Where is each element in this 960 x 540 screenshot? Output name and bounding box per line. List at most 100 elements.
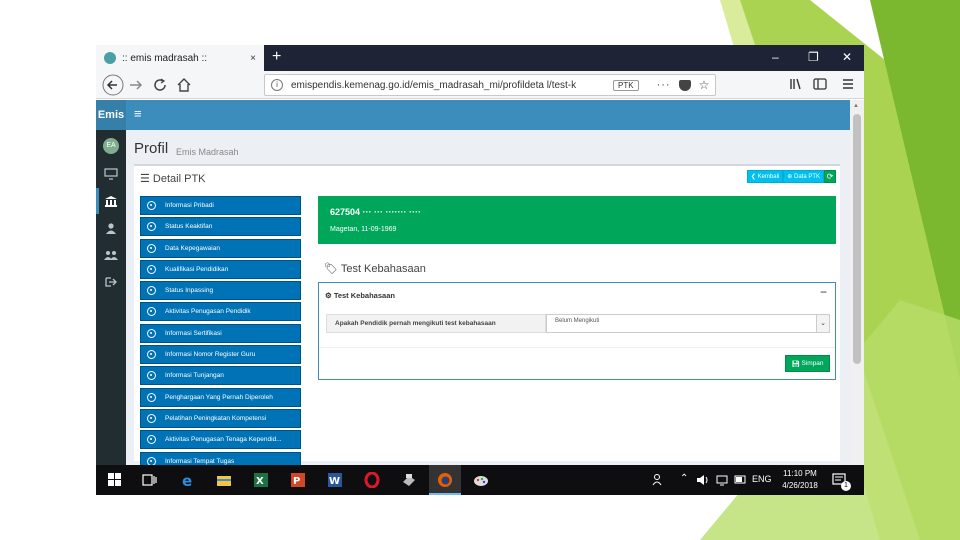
menu-item-icon (147, 243, 156, 253)
ptk-menu-item[interactable]: Aktivitas Penugasan Pendidik (140, 302, 301, 322)
ptk-menu-item[interactable]: Pelatihan Peningkatan Kompetensi (140, 408, 301, 428)
file-explorer-icon[interactable] (216, 472, 232, 488)
collapse-button[interactable]: − (820, 285, 827, 299)
panel-title-text: Test Kebahasaan (333, 291, 395, 300)
menu-item-icon (147, 328, 156, 338)
menu-item-label: Informasi Nomor Register Guru (165, 351, 256, 359)
people-icon[interactable] (652, 473, 666, 487)
menu-item-label: Aktivitas Penugasan Tenaga Kependid... (165, 436, 282, 444)
ptk-birth: Magetan, 11-09-1969 (330, 226, 397, 233)
task-view-icon[interactable] (142, 472, 158, 488)
app-sidebar: EA (96, 130, 126, 465)
ptk-menu-item[interactable]: Status Inpassing (140, 281, 301, 301)
avatar[interactable]: EA (103, 138, 119, 154)
ptk-menu-item[interactable]: Data Kepegawaian (140, 238, 301, 258)
menu-item-label: Data Kepegawaian (165, 244, 220, 252)
opera-icon[interactable] (364, 472, 380, 488)
hamburger-icon[interactable] (841, 77, 855, 91)
printer-icon[interactable] (401, 472, 417, 488)
section-title-text: Test Kebahasaan (340, 263, 426, 275)
menu-item-label: Informasi Sertifikasi (165, 329, 222, 337)
paint-icon[interactable] (473, 472, 489, 488)
menu-item-icon (147, 222, 156, 232)
ptk-menu-item[interactable]: Informasi Pribadi (140, 196, 301, 215)
save-button[interactable]: 💾︎ Simpan (785, 355, 830, 372)
menu-item-icon (147, 286, 156, 296)
new-tab-button[interactable]: + (272, 48, 281, 66)
clock[interactable]: 11:10 PM 4/26/2018 (778, 468, 822, 492)
word-icon[interactable]: W (327, 472, 343, 488)
users-icon[interactable] (104, 249, 118, 261)
ptk-menu-item[interactable]: Kualifikasi Pendidikan (140, 259, 301, 279)
sidebar-icon[interactable] (813, 77, 827, 91)
user-icon[interactable] (104, 222, 118, 234)
chevron-up-icon[interactable]: ⌃ (680, 473, 688, 484)
back-icon[interactable] (102, 74, 124, 96)
url-badge: PTK (613, 79, 639, 91)
signout-icon[interactable] (104, 276, 118, 288)
answer-select[interactable]: Belum Mengikuti ⌄ (546, 314, 830, 333)
minimize-button[interactable]: – (772, 50, 779, 64)
chevron-left-icon: ❮ (750, 174, 758, 180)
bank-icon[interactable] (104, 195, 118, 207)
tab-close-icon[interactable]: × (250, 53, 256, 64)
browser-tab[interactable]: :: emis madrasah :: × (96, 45, 264, 71)
page-title: Profil (134, 140, 169, 157)
ptk-menu-item[interactable]: Informasi Sertifikasi (140, 323, 301, 343)
volume-icon[interactable] (696, 473, 710, 487)
data-ptk-button[interactable]: ⊕ Data PTK (783, 170, 824, 183)
bookmark-star-icon[interactable]: ☆ (699, 78, 710, 92)
firefox-icon[interactable] (437, 472, 453, 488)
menu-item-icon (147, 413, 156, 423)
page-actions-icon[interactable]: ··· (657, 79, 671, 91)
menu-item-icon (147, 435, 156, 445)
ptk-menu-item[interactable]: Status Keaktifan (140, 217, 301, 237)
app-header: Emis ≡ (96, 100, 850, 130)
edge-icon[interactable]: e (180, 472, 196, 488)
windows-start-icon[interactable] (108, 473, 122, 487)
site-info-icon[interactable]: i (271, 79, 283, 91)
maximize-button[interactable]: ❐ (808, 50, 819, 64)
menu-item-label: Informasi Pribadi (165, 202, 214, 209)
scrollbar-thumb[interactable] (853, 114, 861, 364)
app-logo[interactable]: Emis (96, 100, 126, 130)
box-tools: ❮ Kembali ⊕ Data PTK ⟳ (746, 170, 836, 183)
network-icon[interactable] (716, 473, 730, 487)
language-indicator[interactable]: ENG (752, 474, 772, 484)
circle-arrow-icon: ⊕ (787, 174, 794, 180)
url-text[interactable]: emispendis.kemenag.go.id/emis_madrasah_m… (291, 80, 601, 91)
menu-item-icon (147, 350, 156, 360)
ptk-menu-item[interactable]: Informasi Tunjangan (140, 366, 301, 386)
back-button[interactable]: ❮ Kembali (746, 170, 784, 183)
refresh-button[interactable]: ⟳ (824, 170, 836, 183)
library-icon[interactable] (789, 77, 803, 91)
powerpoint-icon[interactable]: P (290, 472, 306, 488)
excel-icon[interactable]: X (253, 472, 269, 488)
save-icon: 💾︎ (791, 360, 802, 368)
menu-item-label: Informasi Tunjangan (165, 372, 224, 380)
desktop-icon[interactable] (104, 168, 118, 180)
section-title: 🏷︎ Test Kebahasaan (324, 262, 426, 275)
tab-title: :: emis madrasah :: (122, 52, 208, 64)
home-icon[interactable] (176, 77, 192, 93)
sidebar-toggle-icon[interactable]: ≡ (134, 106, 142, 121)
ptk-menu-item[interactable]: Informasi Nomor Register Guru (140, 345, 301, 365)
address-bar[interactable]: i emispendis.kemenag.go.id/emis_madrasah… (264, 74, 716, 96)
chevron-down-icon[interactable]: ⌄ (816, 315, 829, 332)
battery-icon[interactable] (734, 474, 748, 486)
detail-box: ☰ Detail PTK ❮ Kembali ⊕ Data PTK ⟳ Info… (134, 164, 840, 471)
menu-item-label: Pelatihan Peningkatan Kompetensi (165, 414, 267, 422)
page-scrollbar[interactable]: ▲ (850, 100, 864, 465)
menu-item-label: Aktivitas Penugasan Pendidik (165, 308, 251, 316)
browser-window: :: emis madrasah :: × + – ❐ ✕ i emispend… (96, 45, 864, 495)
ptk-menu-item[interactable]: Aktivitas Penugasan Tenaga Kependid... (140, 430, 301, 450)
reload-icon[interactable] (152, 77, 168, 93)
page-subtitle: Emis Madrasah (176, 147, 239, 157)
forward-icon[interactable] (128, 77, 144, 93)
pocket-icon[interactable] (678, 79, 691, 91)
clock-time: 11:10 PM (783, 469, 817, 478)
close-window-button[interactable]: ✕ (842, 50, 852, 64)
scroll-up-icon[interactable]: ▲ (853, 103, 859, 109)
ptk-menu-item[interactable]: Penghargaan Yang Pernah Diperoleh (140, 387, 301, 407)
tag-icon: 🏷︎ (324, 263, 341, 275)
